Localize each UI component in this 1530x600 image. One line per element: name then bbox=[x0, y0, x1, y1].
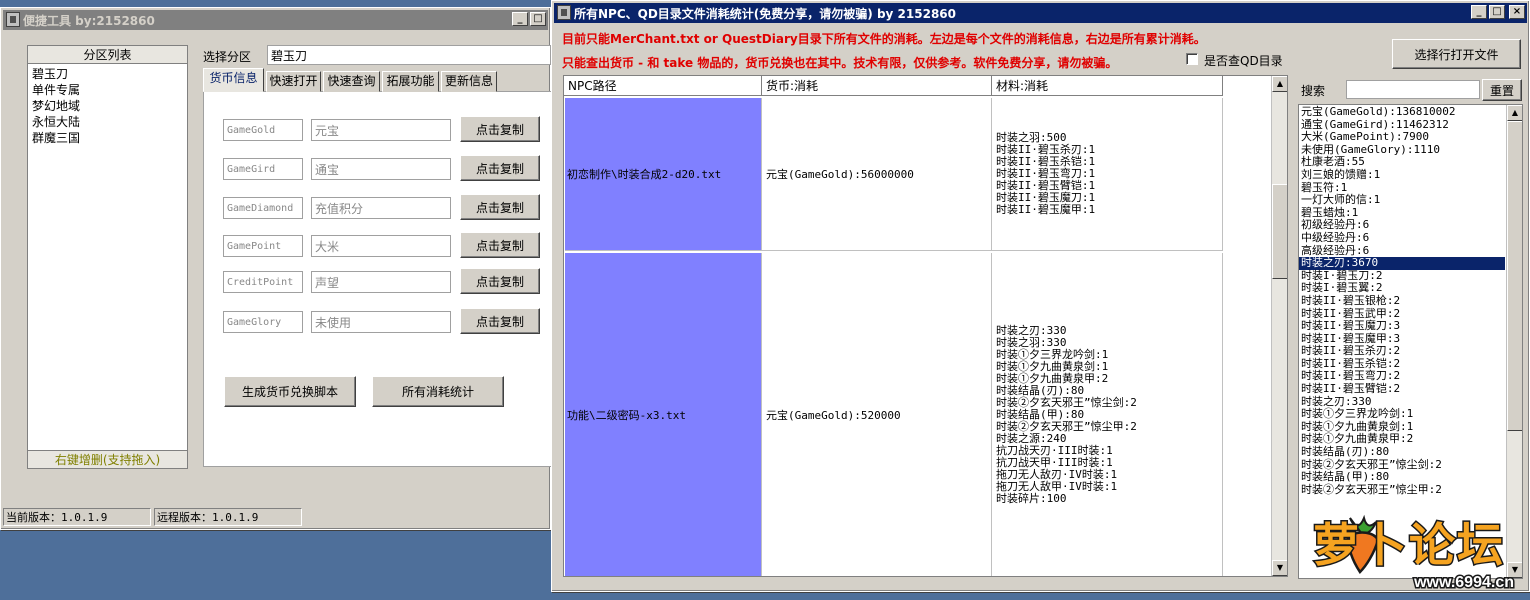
partition-list[interactable]: 分区列表 碧玉刀 单件专属 梦幻地域 永恒大陆 群魔三国 右键增删(支持拖入) bbox=[27, 45, 188, 469]
search-label: 搜索 bbox=[1301, 84, 1326, 98]
material-line: 时装碎片:100 bbox=[996, 492, 1067, 505]
minimize-button[interactable]: _ bbox=[1471, 5, 1487, 19]
copy-button[interactable]: 点击复制 bbox=[460, 155, 540, 181]
currency-code-field[interactable]: GameGird bbox=[223, 158, 303, 180]
npc-path-text: 功能\二级密码-x3.txt bbox=[567, 409, 686, 422]
partition-item[interactable]: 梦幻地域 bbox=[28, 98, 187, 114]
total-item[interactable]: 时装II·碧玉魔刀:3 bbox=[1299, 319, 1505, 333]
total-item[interactable]: 刘三娘的馈赠:1 bbox=[1299, 168, 1505, 182]
copy-button[interactable]: 点击复制 bbox=[460, 116, 540, 142]
partition-item[interactable]: 群魔三国 bbox=[28, 130, 187, 146]
app-icon bbox=[6, 12, 20, 27]
total-item[interactable]: 大米(GamePoint):7900 bbox=[1299, 131, 1505, 144]
close-button[interactable]: × bbox=[1509, 5, 1525, 19]
total-item[interactable]: 时装II·碧玉银枪:2 bbox=[1299, 294, 1505, 308]
right-window: 所有NPC、QD目录文件消耗统计(免费分享，请勿被骗) by 2152860 _… bbox=[551, 0, 1530, 592]
table-header-cell[interactable]: 货币:消耗 bbox=[762, 76, 992, 96]
currency-name-field[interactable]: 大米 bbox=[311, 235, 451, 257]
search-input[interactable] bbox=[1346, 80, 1480, 99]
table-header-cell[interactable]: 材料:消耗 bbox=[992, 76, 1223, 96]
currency-name-field[interactable]: 未使用 bbox=[311, 311, 451, 333]
partition-list-header: 分区列表 bbox=[28, 46, 187, 64]
total-item[interactable]: 中级经验丹:6 bbox=[1299, 231, 1505, 245]
right-window-title: 所有NPC、QD目录文件消耗统计(免费分享，请勿被骗) by 2152860 bbox=[574, 6, 956, 21]
partition-footer: 右键增删(支持拖入) bbox=[28, 450, 187, 468]
select-partition-label: 选择分区 bbox=[203, 50, 252, 64]
partition-select[interactable]: 碧玉刀 bbox=[267, 45, 551, 65]
totals-scrollbar[interactable]: ▲ ▼ bbox=[1506, 105, 1522, 578]
copy-button[interactable]: 点击复制 bbox=[460, 308, 540, 334]
total-item[interactable]: 时装①夕三界龙吟剑:1 bbox=[1299, 408, 1505, 421]
total-item[interactable]: 元宝(GameGold):136810002 bbox=[1299, 105, 1505, 119]
currency-cell[interactable]: 元宝(GameGold):520000 bbox=[762, 253, 992, 576]
currency-code-field[interactable]: GameGold bbox=[223, 119, 303, 141]
total-item[interactable]: 一灯大师的信:1 bbox=[1299, 194, 1505, 207]
scroll-thumb[interactable] bbox=[1507, 121, 1522, 431]
all-stats-button[interactable]: 所有消耗统计 bbox=[372, 376, 504, 407]
total-item[interactable]: 时装之刃:3670 bbox=[1299, 257, 1505, 270]
table-header-cell[interactable]: NPC路径 bbox=[564, 76, 762, 96]
currency-code-field[interactable]: CreditPoint bbox=[223, 271, 303, 293]
npc-path-cell[interactable]: 功能\二级密码-x3.txt bbox=[565, 253, 762, 576]
left-title-bar[interactable]: 便捷工具 by:2152860 _ □ bbox=[3, 10, 548, 30]
left-window: 便捷工具 by:2152860 _ □ 分区列表 碧玉刀 单件专属 梦幻地域 永恒大陆… bbox=[0, 7, 552, 530]
total-item[interactable]: 时装②夕玄天邪王”惊尘甲:2 bbox=[1299, 483, 1505, 497]
copy-button[interactable]: 点击复制 bbox=[460, 232, 540, 258]
qd-checkbox-label: 是否查QD目录 bbox=[1204, 54, 1283, 68]
materials-cell[interactable]: 时装之羽:500 时装II·碧玉杀刃:1 时装II·碧玉杀铠:1 时装II·碧玉弯刀:… bbox=[992, 98, 1223, 251]
currency-name-field[interactable]: 声望 bbox=[311, 271, 451, 293]
currency-code-field[interactable]: GameDiamond bbox=[223, 197, 303, 219]
total-item[interactable]: 时装II·碧玉杀刃:2 bbox=[1299, 345, 1505, 358]
status-remote-version: 远程版本：1.0.1.9 bbox=[154, 508, 302, 526]
maximize-button[interactable]: □ bbox=[1489, 5, 1505, 19]
materials-cell[interactable]: 时装之刃:330 时装之羽:330 时装①夕三界龙吟剑:1 时装①夕九曲黄泉剑:1 时装… bbox=[992, 253, 1223, 576]
currency-code-field[interactable]: GamePoint bbox=[223, 235, 303, 257]
app-icon bbox=[557, 5, 571, 20]
table-scrollbar[interactable]: ▲ ▼ bbox=[1271, 76, 1287, 576]
currency-name-field[interactable]: 充值积分 bbox=[311, 197, 451, 219]
tab-3[interactable]: 拓展功能 bbox=[382, 71, 439, 92]
status-current-version: 当前版本：1.0.1.9 bbox=[3, 508, 151, 526]
notice-line-1: 目前只能MerChant.txt or QuestDiary目录下所有文件的消耗… bbox=[562, 32, 1206, 46]
currency-name-field[interactable]: 通宝 bbox=[311, 158, 451, 180]
open-file-button[interactable]: 选择行打开文件 bbox=[1392, 39, 1521, 69]
copy-button[interactable]: 点击复制 bbox=[460, 268, 540, 294]
watermark-text: 萝卜论坛 bbox=[1312, 517, 1505, 574]
qd-checkbox[interactable] bbox=[1186, 53, 1198, 65]
total-item[interactable]: 时装II·碧玉臂铠:2 bbox=[1299, 382, 1505, 396]
npc-path-cell[interactable]: 初恋制作\时装合成2-d20.txt bbox=[565, 98, 762, 251]
npc-path-text: 初恋制作\时装合成2-d20.txt bbox=[567, 168, 722, 181]
generate-script-button[interactable]: 生成货币兑换脚本 bbox=[224, 376, 356, 407]
scroll-up-button[interactable]: ▲ bbox=[1507, 105, 1522, 121]
tab-2[interactable]: 快速查询 bbox=[323, 71, 380, 92]
tab-4[interactable]: 更新信息 bbox=[441, 71, 497, 92]
totals-list[interactable]: 元宝(GameGold):136810002 通宝(GameGird):11462… bbox=[1298, 104, 1523, 579]
maximize-button[interactable]: □ bbox=[530, 12, 546, 26]
scroll-down-button[interactable]: ▼ bbox=[1272, 560, 1287, 576]
currency-name-field[interactable]: 元宝 bbox=[311, 119, 451, 141]
total-item[interactable]: 时装结晶(刃):80 bbox=[1299, 445, 1505, 459]
total-item[interactable]: 时装结晶(甲):80 bbox=[1299, 471, 1505, 484]
reset-button[interactable]: 重置 bbox=[1482, 79, 1522, 101]
notice-line-2: 只能查出货币 - 和 take 物品的，货币兑换也在其中。技术有限，仅供参考。软… bbox=[562, 56, 1118, 70]
tab-0[interactable]: 货币信息 bbox=[203, 68, 264, 92]
currency-code-field[interactable]: GameGlory bbox=[223, 311, 303, 333]
currency-cell[interactable]: 元宝(GameGold):56000000 bbox=[762, 98, 992, 251]
partition-item[interactable]: 碧玉刀 bbox=[28, 66, 187, 82]
watermark-url: www.6994.cn bbox=[1413, 573, 1516, 593]
scroll-up-button[interactable]: ▲ bbox=[1272, 76, 1287, 92]
copy-button[interactable]: 点击复制 bbox=[460, 194, 540, 220]
right-title-bar[interactable]: 所有NPC、QD目录文件消耗统计(免费分享，请勿被骗) by 2152860 _… bbox=[554, 3, 1527, 23]
tab-1[interactable]: 快速打开 bbox=[266, 71, 321, 92]
currency-text: 元宝(GameGold):520000 bbox=[766, 409, 901, 422]
consumption-table: NPC路径 货币:消耗 材料:消耗初恋制作\时装合成2-d20.txt 元宝(Game… bbox=[563, 75, 1288, 577]
forum-watermark-logo: 萝卜论坛 www.6994.cn bbox=[1298, 512, 1520, 594]
material-line: 时装II·碧玉魔甲:1 bbox=[996, 203, 1096, 216]
partition-item[interactable]: 单件专属 bbox=[28, 82, 187, 98]
minimize-button[interactable]: _ bbox=[512, 12, 528, 26]
scroll-thumb[interactable] bbox=[1272, 184, 1287, 279]
partition-item[interactable]: 永恒大陆 bbox=[28, 114, 187, 130]
left-window-title: 便捷工具 by:2152860 bbox=[23, 13, 155, 28]
currency-text: 元宝(GameGold):56000000 bbox=[766, 168, 914, 181]
